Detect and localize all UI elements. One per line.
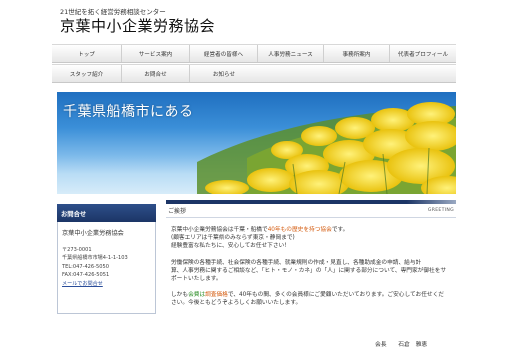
sidebar-address: 千葉県船橋市市場4-1-1-103 (62, 255, 128, 262)
site-tagline: 21世紀を拓く経営労務相談センター (60, 8, 166, 16)
sidebar-heading: お問合せ (57, 204, 156, 222)
greeting-section: ご挨拶 GREETING 京葉中小企業労務協会は千葉・船橋で40年もの歴史を持つ… (166, 200, 456, 316)
nav-item-for-managers[interactable]: 経営者の皆様へ (190, 45, 258, 62)
sidebar-body: 京葉中小企業労務協会 〒273-0001 千葉県船橋市市場4-1-1-103 T… (57, 222, 156, 314)
greeting-text: しかも (171, 292, 189, 299)
highlight-price: 調査価格 (205, 292, 228, 299)
sidebar-fax: FAX:047-426-5051 (62, 272, 110, 279)
highlight-history: 40年もの歴史を持つ協会 (267, 227, 332, 233)
nav-item-services[interactable]: サービス案内 (122, 45, 190, 62)
sidebar-postal: 〒273-0001 (62, 247, 92, 253)
section-label: GREETING (427, 208, 454, 213)
greeting-text: で、40年もの間、多くの会員様にご愛顧いただいております。ご安心してお任せくだ (227, 292, 444, 299)
sidebar-mail-link[interactable]: メールでお問合せ (62, 280, 151, 288)
greeting-text: です。 (331, 227, 349, 233)
nav-item-profile[interactable]: 代表者プロフィール (390, 45, 456, 62)
greeting-paragraph-1: 京葉中小企業労務協会は千葉・船橋で40年もの歴史を持つ協会です。 (顧客エリアは… (171, 226, 452, 251)
greeting-line: しかも会費は調査価格で、40年もの間、多くの会員様にご愛顧いただいております。ご… (171, 291, 452, 299)
nav-item-staff[interactable]: スタッフ紹介 (52, 65, 122, 82)
nav-item-top[interactable]: トップ (52, 45, 122, 62)
greeting-line: 経験豊富な私たちに、安心してお任せ下さい！ (171, 243, 290, 250)
greeting-text: 京葉中小企業労務協会は千葉・船橋で (171, 227, 268, 233)
greeting-line: 算、人事労務に関するご相談など、「ヒト・モノ・カネ」の「人」に関する部分について… (171, 267, 447, 274)
main-nav-row-1: トップ サービス案内 経営者の皆様へ 人事労務ニュース 事務所案内 代表者プロフ… (52, 44, 456, 63)
sidebar-tel: TEL:047-426-5050 (62, 263, 109, 270)
site-header: 21世紀を拓く経営労務相談センター 京葉中小企業労務協会 (60, 8, 460, 36)
greeting-paragraph-3: しかも会費は調査価格で、40年もの間、多くの会員様にご愛顧いただいております。ご… (171, 291, 452, 307)
sidebar-org-name: 京葉中小企業労務協会 (62, 230, 124, 237)
greeting-line: 労働保険の各種手続、社会保険の各種手続、就業規則の作成・見直し、各種助成金の申請… (171, 259, 422, 266)
nav-item-contact[interactable]: お問合せ (122, 65, 190, 82)
greeting-paragraph-2: 労働保険の各種手続、社会保険の各種手続、就業規則の作成・見直し、各種助成金の申請… (171, 259, 452, 284)
greeting-line: ポートいたします。 (171, 276, 222, 283)
section-header: ご挨拶 GREETING (166, 204, 456, 218)
greeting-line: 京葉中小企業労務協会は千葉・船橋で40年もの歴史を持つ協会です。 (171, 226, 452, 234)
main-nav-row-2: スタッフ紹介 お問合せ お知らせ (52, 64, 456, 83)
nav-item-notices[interactable]: お知らせ (190, 65, 258, 82)
hero-banner: 千葉県船橋市にある (57, 92, 456, 194)
highlight-fee: 会費は (188, 292, 206, 299)
greeting-line: (顧客エリアは千葉県のみならず東京・静岡まで) (171, 235, 295, 242)
nav-item-office[interactable]: 事務所案内 (324, 45, 390, 62)
greeting-body: 京葉中小企業労務協会は千葉・船橋で40年もの歴史を持つ協会です。 (顧客エリアは… (166, 218, 456, 308)
hero-text: 千葉県船橋市にある (63, 104, 194, 120)
section-title: ご挨拶 (168, 208, 187, 215)
greeting-line: さい。今後ともどうぞよろしくお願いいたします。 (171, 300, 302, 307)
chairman-signature: 会長 石倉 雅恵 (375, 342, 428, 348)
site-title[interactable]: 京葉中小企業労務協会 (60, 17, 460, 36)
nav-item-hr-news[interactable]: 人事労務ニュース (258, 45, 324, 62)
contact-sidebar: お問合せ 京葉中小企業労務協会 〒273-0001 千葉県船橋市市場4-1-1-… (57, 204, 156, 314)
